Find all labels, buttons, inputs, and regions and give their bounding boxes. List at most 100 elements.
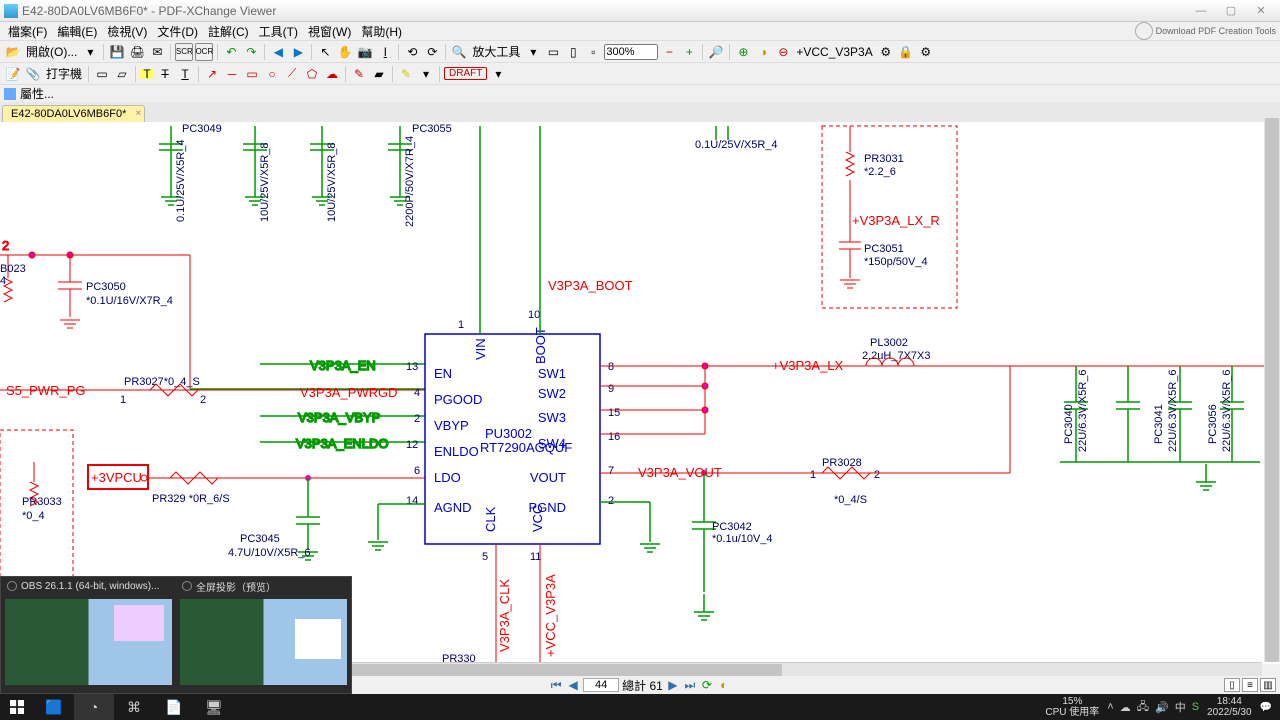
- strike-icon[interactable]: T: [156, 65, 174, 83]
- zoom-out-icon[interactable]: 🔍: [450, 43, 468, 61]
- obs-taskbar-preview[interactable]: OBS 26.1.1 (64-bit, windows)... 全屏投影（预览）: [0, 576, 352, 694]
- typewriter-button[interactable]: 打字機: [44, 65, 84, 82]
- open-dropdown-icon[interactable]: ▾: [81, 43, 99, 61]
- tray-network-icon[interactable]: 🖧: [1137, 698, 1149, 717]
- cursor-icon[interactable]: ↖: [316, 43, 334, 61]
- task-pdf-viewer[interactable]: 📄: [154, 694, 194, 720]
- view-continuous-icon[interactable]: ≡: [1242, 678, 1258, 692]
- scan-icon[interactable]: SCR: [175, 43, 193, 61]
- layer-ocg-icon[interactable]: ◑: [754, 43, 772, 61]
- rotate-cw-icon[interactable]: ⟳: [423, 43, 441, 61]
- menu-tools[interactable]: 工具(T): [255, 23, 302, 40]
- layer-del-icon[interactable]: ⊖: [774, 43, 792, 61]
- page-stop-icon[interactable]: ◐: [717, 678, 731, 692]
- obs-preview-1-title[interactable]: OBS 26.1.1 (64-bit, windows)...: [1, 581, 176, 592]
- page-number-input[interactable]: [583, 678, 619, 692]
- vertical-scrollbar[interactable]: [1264, 118, 1280, 662]
- polyline-icon[interactable]: ⟋: [283, 65, 301, 83]
- start-button[interactable]: [0, 694, 34, 720]
- download-pdf-link[interactable]: Download PDF Creation Tools: [1135, 22, 1276, 40]
- cpu-meter[interactable]: 15%CPU 使用率: [1045, 696, 1099, 718]
- obs-preview-thumbnail-1[interactable]: [5, 599, 172, 685]
- rotate-ccw-icon[interactable]: ⟲: [403, 43, 421, 61]
- open-button[interactable]: 開啟(O)...: [24, 43, 79, 60]
- tray-volume-icon[interactable]: 🔊: [1155, 701, 1169, 714]
- maximize-button[interactable]: ▢: [1216, 2, 1246, 20]
- fit-width-icon[interactable]: ▯: [564, 43, 582, 61]
- nav-back-icon[interactable]: ◀: [269, 43, 287, 61]
- oval-icon[interactable]: ○: [263, 65, 281, 83]
- hand-icon[interactable]: ✋: [336, 43, 354, 61]
- save-icon[interactable]: 💾: [108, 43, 126, 61]
- menu-view[interactable]: 檢視(V): [103, 23, 151, 40]
- underline-icon[interactable]: T: [176, 65, 194, 83]
- line-icon[interactable]: ─: [223, 65, 241, 83]
- properties-label[interactable]: 屬性...: [20, 85, 54, 102]
- menu-edit[interactable]: 編輯(E): [53, 23, 101, 40]
- view-single-icon[interactable]: ▯: [1224, 678, 1240, 692]
- mail-icon[interactable]: ✉: [148, 43, 166, 61]
- rect-icon[interactable]: ▭: [243, 65, 261, 83]
- layer-name[interactable]: +VCC_V3P3A: [794, 45, 874, 59]
- next-page-icon[interactable]: ▶: [666, 678, 680, 692]
- menu-window[interactable]: 視窗(W): [304, 23, 355, 40]
- task-obs[interactable]: ◔: [74, 694, 114, 720]
- obs-preview-thumbnail-2[interactable]: [180, 599, 347, 685]
- actual-size-icon[interactable]: ▫: [584, 43, 602, 61]
- prev-page-icon[interactable]: ◀: [566, 678, 580, 692]
- menu-help[interactable]: 幫助(H): [357, 23, 406, 40]
- stamp-dropdown-icon[interactable]: ▾: [489, 65, 507, 83]
- menu-doc[interactable]: 文件(D): [153, 23, 202, 40]
- attach-icon[interactable]: 📎: [24, 65, 42, 83]
- page-refresh-icon[interactable]: ⟳: [700, 678, 714, 692]
- tray-chevron-icon[interactable]: ˄: [1107, 701, 1113, 713]
- zoom-increment-icon[interactable]: +: [680, 43, 698, 61]
- zoom-tool-button[interactable]: 放大工具: [470, 43, 522, 60]
- stamp-button[interactable]: DRAFT: [444, 67, 487, 80]
- layer-add-icon[interactable]: ⊕: [734, 43, 752, 61]
- tray-ime-icon[interactable]: 中: [1175, 699, 1186, 715]
- callout-icon[interactable]: ▱: [113, 65, 131, 83]
- tray-cloud-icon[interactable]: ☁: [1120, 701, 1131, 714]
- nav-fwd-icon[interactable]: ▶: [289, 43, 307, 61]
- undo-icon[interactable]: ↶: [222, 43, 240, 61]
- pencil-icon[interactable]: ✎: [350, 65, 368, 83]
- arrow-icon[interactable]: ↗: [203, 65, 221, 83]
- minimize-button[interactable]: —: [1186, 2, 1216, 20]
- open-icon[interactable]: 📂: [4, 43, 22, 61]
- tab-close-icon[interactable]: ×: [136, 108, 142, 119]
- eraser-icon[interactable]: ▰: [370, 65, 388, 83]
- zoom-decrement-icon[interactable]: −: [660, 43, 678, 61]
- first-page-icon[interactable]: ⏮: [549, 678, 563, 693]
- tray-notifications-icon[interactable]: 💬: [1260, 702, 1272, 713]
- layer-opt1-icon[interactable]: ⚙: [877, 43, 895, 61]
- taskbar-clock[interactable]: 18:442022/5/30: [1207, 696, 1252, 718]
- layer-opt2-icon[interactable]: ⚙: [917, 43, 935, 61]
- highlight-icon[interactable]: T: [140, 69, 154, 79]
- task-app-3[interactable]: ⌘: [114, 694, 154, 720]
- cloud-icon[interactable]: ☁: [323, 65, 341, 83]
- textbox-icon[interactable]: ▭: [93, 65, 111, 83]
- obs-preview-2-title[interactable]: 全屏投影（预览）: [176, 579, 351, 594]
- fit-page-icon[interactable]: ▭: [544, 43, 562, 61]
- menu-file[interactable]: 檔案(F): [4, 23, 51, 40]
- redo-icon[interactable]: ↷: [242, 43, 260, 61]
- zoom-dropdown-icon[interactable]: ▾: [524, 43, 542, 61]
- task-app-1[interactable]: 🟦: [34, 694, 74, 720]
- layer-lock-icon[interactable]: 🔒: [897, 43, 915, 61]
- zoom-value-input[interactable]: [604, 44, 658, 60]
- snapshot-icon[interactable]: 📷: [356, 43, 374, 61]
- marker-dropdown-icon[interactable]: ▾: [417, 65, 435, 83]
- sticky-note-icon[interactable]: 📝: [4, 65, 22, 83]
- menu-comment[interactable]: 註解(C): [204, 23, 253, 40]
- print-icon[interactable]: 🖨: [128, 43, 146, 61]
- marker-yellow-icon[interactable]: ✎: [397, 65, 415, 83]
- find-icon[interactable]: 🔎: [707, 43, 725, 61]
- polygon-icon[interactable]: ⬠: [303, 65, 321, 83]
- tray-sogou-icon[interactable]: S: [1192, 701, 1199, 713]
- document-tab[interactable]: E42-80DA0LV6MB6F0* ×: [2, 105, 145, 122]
- task-app-5[interactable]: 🖥: [194, 694, 234, 720]
- select-text-icon[interactable]: I: [376, 43, 394, 61]
- last-page-icon[interactable]: ⏭: [683, 678, 697, 693]
- ocr-icon[interactable]: OCR: [195, 43, 213, 61]
